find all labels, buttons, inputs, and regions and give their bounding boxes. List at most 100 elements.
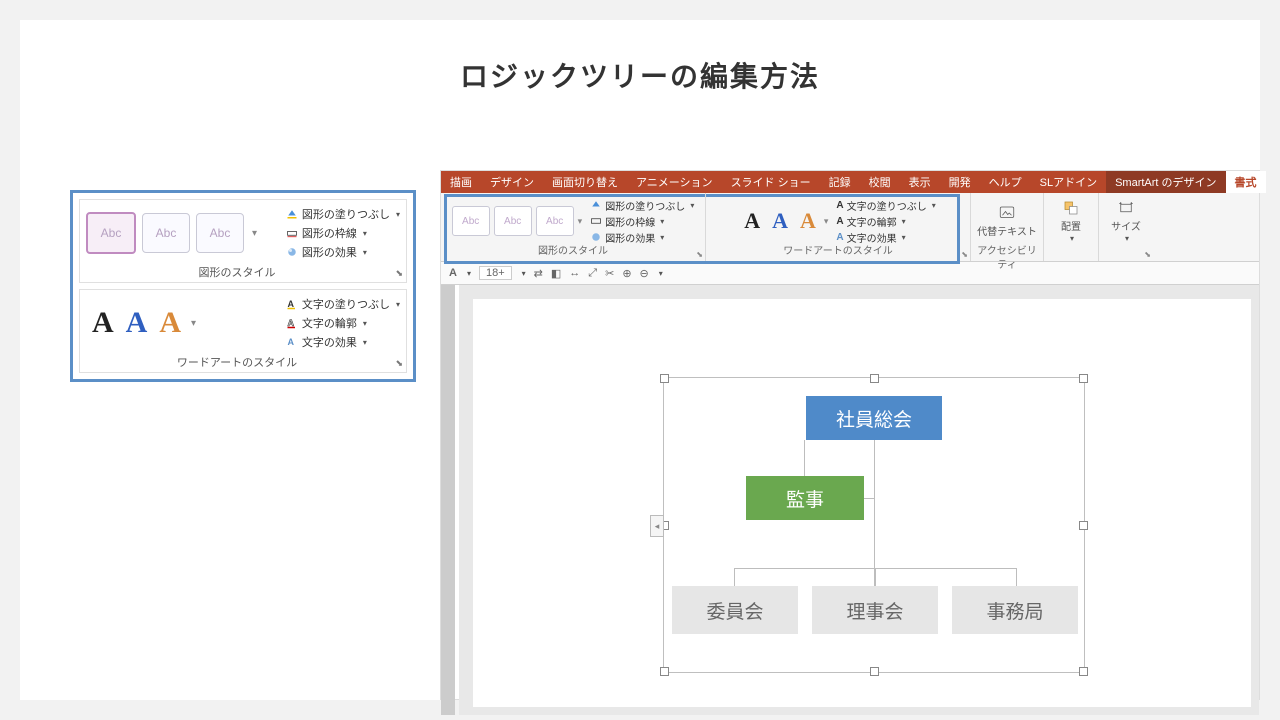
zoom-out-icon[interactable]: ⊖ bbox=[640, 267, 649, 280]
tab-review[interactable]: 校閲 bbox=[860, 171, 900, 193]
arrange-button[interactable]: 配置▾ bbox=[1061, 199, 1081, 243]
resize-handle[interactable] bbox=[870, 667, 879, 676]
text-effects-button[interactable]: A文字の効果▾ bbox=[286, 334, 400, 350]
group-label bbox=[1070, 245, 1073, 259]
alt-text-button[interactable]: 代替テキスト bbox=[977, 204, 1037, 238]
group-label: アクセシビリティ bbox=[977, 245, 1037, 259]
group-label: 図形のスタイル bbox=[538, 245, 608, 259]
tab-sl-addin[interactable]: SLアドイン bbox=[1031, 171, 1106, 193]
smartart-node-assistant[interactable]: 監事 bbox=[746, 476, 864, 520]
group-label: ワードアートのスタイル bbox=[80, 354, 394, 370]
tab-slideshow[interactable]: スライド ショー bbox=[722, 171, 820, 193]
dialog-launcher-icon[interactable]: ⬊ bbox=[395, 268, 403, 279]
ribbon-shape-styles-group: Abc Abc Abc ▾ 図形の塗りつぶし▾ 図形の枠線▾ 図形の効果▾ 図形… bbox=[441, 193, 706, 261]
smartart-text-pane-toggle[interactable]: ◂ bbox=[650, 515, 664, 537]
text-outline-button[interactable]: A文字の輪郭▾ bbox=[286, 315, 400, 331]
tab-animations[interactable]: アニメーション bbox=[627, 171, 722, 193]
qat-icon[interactable]: ✂ bbox=[605, 267, 614, 280]
resize-handle[interactable] bbox=[1079, 374, 1088, 383]
qat-icon[interactable]: ↔ bbox=[569, 267, 580, 279]
resize-handle[interactable] bbox=[660, 374, 669, 383]
text-fill-button[interactable]: A文字の塗りつぶし▾ bbox=[836, 198, 935, 213]
dialog-launcher-icon[interactable]: ⬊ bbox=[961, 250, 968, 259]
ribbon-arrange-group: 配置▾ bbox=[1044, 193, 1099, 261]
dropdown-icon[interactable]: ▾ bbox=[467, 269, 471, 278]
shape-effects-button[interactable]: 図形の効果▾ bbox=[590, 230, 694, 245]
tab-design[interactable]: デザイン bbox=[481, 171, 543, 193]
shape-style-swatch[interactable]: Abc bbox=[142, 213, 190, 253]
wordart-swatch[interactable]: A bbox=[768, 208, 792, 234]
connector bbox=[874, 440, 875, 586]
dialog-launcher-icon[interactable]: ⬊ bbox=[395, 358, 403, 369]
ribbon: Abc Abc Abc ▾ 図形の塗りつぶし▾ 図形の枠線▾ 図形の効果▾ 図形… bbox=[441, 193, 1259, 262]
qat-icon[interactable]: ◧ bbox=[551, 267, 561, 280]
zoom-panel: Abc Abc Abc ▾ 図形の塗りつぶし▾ 図形の枠線▾ 図形の効果▾ 図形… bbox=[70, 190, 416, 382]
resize-handle[interactable] bbox=[1079, 667, 1088, 676]
svg-text:A: A bbox=[287, 318, 294, 328]
smartart-node[interactable]: 委員会 bbox=[672, 586, 798, 634]
svg-text:A: A bbox=[287, 337, 294, 347]
smartart-node[interactable]: 理事会 bbox=[812, 586, 938, 634]
shape-style-swatch[interactable]: Abc bbox=[196, 213, 244, 253]
shape-effects-button[interactable]: 図形の効果▾ bbox=[286, 244, 400, 260]
tab-smartart-design[interactable]: SmartArt のデザイン bbox=[1106, 171, 1225, 193]
smartart-node[interactable]: 事務局 bbox=[952, 586, 1078, 634]
wordart-swatch[interactable]: A bbox=[740, 208, 764, 234]
size-button[interactable]: サイズ▾ bbox=[1111, 199, 1141, 243]
wordart-swatch[interactable]: A bbox=[796, 208, 820, 234]
shape-style-swatch[interactable]: Abc bbox=[86, 212, 136, 254]
dropdown-icon[interactable]: ▾ bbox=[659, 269, 663, 278]
quick-access-toolbar: A ▾ 18+ ▾ ⇄ ◧ ↔ ⤢ ✂ ⊕ ⊖ ▾ bbox=[441, 262, 1259, 285]
dialog-launcher-icon[interactable]: ⬊ bbox=[696, 250, 703, 259]
group-label: 図形のスタイル bbox=[80, 264, 394, 280]
editing-canvas: ◂ 社員総会 監事 委員会 理事会 事務局 bbox=[441, 285, 1259, 715]
outline-pane-collapsed[interactable] bbox=[441, 285, 455, 715]
smartart-frame[interactable]: ◂ 社員総会 監事 委員会 理事会 事務局 bbox=[663, 377, 1085, 673]
text-outline-button[interactable]: A文字の輪郭▾ bbox=[836, 214, 935, 229]
resize-handle[interactable] bbox=[660, 667, 669, 676]
qat-icon[interactable]: ⇄ bbox=[534, 267, 543, 280]
wordart-swatch[interactable]: A bbox=[159, 306, 181, 340]
tab-view[interactable]: 表示 bbox=[900, 171, 940, 193]
page-title: ロジックツリーの編集方法 bbox=[20, 55, 1260, 95]
qat-icon[interactable]: ⤢ bbox=[588, 267, 597, 280]
tab-developer[interactable]: 開発 bbox=[940, 171, 980, 193]
wordart-swatch[interactable]: A bbox=[92, 306, 114, 340]
zoom-in-icon[interactable]: ⊕ bbox=[622, 267, 631, 280]
resize-handle[interactable] bbox=[870, 374, 879, 383]
slide[interactable]: ◂ 社員総会 監事 委員会 理事会 事務局 bbox=[473, 299, 1251, 707]
text-effects-button[interactable]: A文字の効果▾ bbox=[836, 230, 935, 245]
shape-style-swatch[interactable]: Abc bbox=[536, 206, 574, 236]
resize-handle[interactable] bbox=[1079, 521, 1088, 530]
connector bbox=[875, 568, 876, 586]
tab-format[interactable]: 書式 bbox=[1226, 171, 1266, 193]
gallery-more-icon[interactable]: ▾ bbox=[824, 216, 829, 227]
dialog-launcher-icon[interactable]: ⬊ bbox=[1144, 250, 1151, 259]
shape-style-swatch[interactable]: Abc bbox=[452, 206, 490, 236]
gallery-more-icon[interactable]: ▾ bbox=[191, 318, 196, 329]
shape-style-swatch[interactable]: Abc bbox=[494, 206, 532, 236]
powerpoint-window: 描画 デザイン 画面切り替え アニメーション スライド ショー 記録 校閲 表示… bbox=[440, 170, 1260, 700]
group-label bbox=[1125, 245, 1128, 259]
ribbon-wordart-styles-group: A A A ▾ A文字の塗りつぶし▾ A文字の輪郭▾ A文字の効果▾ ワードアー… bbox=[706, 193, 971, 261]
tab-help[interactable]: ヘルプ bbox=[980, 171, 1031, 193]
gallery-more-icon[interactable]: ▾ bbox=[578, 216, 583, 227]
zoom-shape-styles-group: Abc Abc Abc ▾ 図形の塗りつぶし▾ 図形の枠線▾ 図形の効果▾ 図形… bbox=[79, 199, 407, 283]
text-fill-button[interactable]: A文字の塗りつぶし▾ bbox=[286, 296, 400, 312]
wordart-swatch[interactable]: A bbox=[126, 306, 148, 340]
ribbon-tab-bar: 描画 デザイン 画面切り替え アニメーション スライド ショー 記録 校閲 表示… bbox=[441, 171, 1259, 193]
tab-record[interactable]: 記録 bbox=[820, 171, 860, 193]
shape-fill-button[interactable]: 図形の塗りつぶし▾ bbox=[286, 206, 400, 222]
font-color-button[interactable]: A bbox=[449, 267, 457, 279]
tab-draw[interactable]: 描画 bbox=[441, 171, 481, 193]
ribbon-size-group: サイズ▾ ⬊ bbox=[1099, 193, 1153, 261]
dropdown-icon[interactable]: ▾ bbox=[522, 269, 526, 278]
font-size-combo[interactable]: 18+ bbox=[479, 266, 512, 280]
smartart-node-top[interactable]: 社員総会 bbox=[806, 396, 942, 440]
svg-text:A: A bbox=[287, 299, 294, 309]
shape-outline-button[interactable]: 図形の枠線▾ bbox=[286, 225, 400, 241]
tab-transitions[interactable]: 画面切り替え bbox=[543, 171, 627, 193]
shape-outline-button[interactable]: 図形の枠線▾ bbox=[590, 214, 694, 229]
shape-fill-button[interactable]: 図形の塗りつぶし▾ bbox=[590, 198, 694, 213]
gallery-more-icon[interactable]: ▾ bbox=[252, 228, 257, 239]
